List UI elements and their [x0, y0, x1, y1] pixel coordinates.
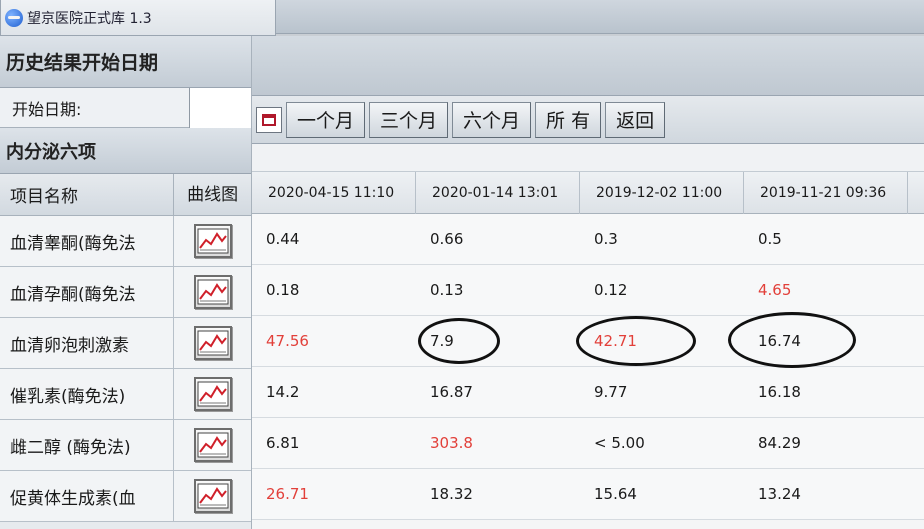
- curve-cell: [173, 317, 251, 369]
- result-value[interactable]: 0.18: [252, 265, 416, 316]
- line-chart-icon[interactable]: [193, 224, 232, 258]
- blank-row: [252, 144, 924, 172]
- list-item[interactable]: 雌二醇 (酶免法): [0, 419, 251, 471]
- result-value[interactable]: < 5.00: [580, 418, 744, 469]
- item-name: 催乳素(酶免法): [10, 386, 126, 407]
- line-chart-icon[interactable]: [193, 377, 232, 411]
- title-bar: 望京医院正式库 1.3: [0, 0, 924, 36]
- result-value[interactable]: 0.3: [580, 214, 744, 265]
- start-date-row: 开始日期:: [0, 87, 251, 128]
- result-value[interactable]: 0.5: [744, 214, 908, 265]
- curve-cell: [173, 419, 251, 471]
- table-row: 47.56 7.9 42.71 16.74: [252, 311, 924, 368]
- date-header-row: 2020-04-15 11:10 2020-01-14 13:01 2019-1…: [252, 171, 924, 214]
- curve-cell: [173, 368, 251, 420]
- table-row: 6.81 303.8 < 5.00 84.29: [252, 418, 924, 469]
- result-value[interactable]: 14.2: [252, 367, 416, 418]
- result-value[interactable]: 15.64: [580, 469, 744, 520]
- table-row: 26.71 18.32 15.64 13.24: [252, 469, 924, 520]
- result-value[interactable]: 6.81: [252, 418, 416, 469]
- result-value[interactable]: 13.24: [744, 469, 908, 520]
- result-value[interactable]: 0.13: [416, 265, 580, 316]
- calendar-icon[interactable]: [256, 106, 282, 133]
- date-header[interactable]: 2019-11-21 09:36: [744, 171, 908, 214]
- list-item[interactable]: 血清卵泡刺激素: [0, 317, 251, 369]
- col-item-name: 项目名称: [10, 187, 78, 207]
- table-row: 0.44 0.66 0.3 0.5: [252, 214, 924, 265]
- start-date-label: 开始日期:: [12, 99, 82, 119]
- col-curve: 曲线图: [173, 173, 251, 216]
- list-item[interactable]: 血清孕酮(酶免法: [0, 266, 251, 318]
- left-panel: 历史结果开始日期 开始日期: 内分泌六项 项目名称 曲线图 血清睾酮(酶免法 血清…: [0, 36, 252, 529]
- result-value[interactable]: 0.66: [416, 214, 580, 265]
- result-value[interactable]: 9.77: [580, 367, 744, 418]
- item-grid-header: 项目名称 曲线图: [0, 173, 251, 216]
- back-button[interactable]: 返回: [605, 101, 666, 138]
- hand-drawn-circle: [576, 315, 696, 366]
- item-name: 血清孕酮(酶免法: [10, 284, 136, 305]
- list-item[interactable]: 促黄体生成素(血: [0, 470, 251, 522]
- item-name: 血清卵泡刺激素: [10, 335, 129, 356]
- result-value[interactable]: 4.65: [744, 265, 908, 316]
- date-header[interactable]: 2019-12-02 11:00: [580, 171, 744, 214]
- table-row: 14.2 16.87 9.77 16.18: [252, 367, 924, 418]
- results-table: 0.44 0.66 0.3 0.5 0.18 0.13 0.12 4.65 47.56 7.9 42…: [252, 214, 924, 520]
- app-tab[interactable]: 望京医院正式库 1.3: [0, 0, 276, 36]
- result-value[interactable]: 47.56: [252, 316, 416, 367]
- line-chart-icon[interactable]: [193, 428, 232, 462]
- result-value[interactable]: 16.18: [744, 367, 908, 418]
- hand-drawn-circle: [418, 317, 500, 364]
- all-button[interactable]: 所 有: [535, 101, 602, 138]
- six-months-button[interactable]: 六个月: [452, 101, 532, 138]
- item-list: 血清睾酮(酶免法 血清孕酮(酶免法 血清卵泡刺激素 催乳素(酶免法) 雌二醇 (酶免法)…: [0, 215, 251, 522]
- hand-drawn-circle: [728, 311, 856, 368]
- curve-cell: [173, 266, 251, 318]
- line-chart-icon[interactable]: [193, 326, 232, 360]
- app-title: 望京医院正式库 1.3: [27, 10, 152, 27]
- item-name: 血清睾酮(酶免法: [10, 233, 136, 254]
- history-section-header: 历史结果开始日期: [0, 36, 251, 88]
- curve-cell: [173, 470, 251, 522]
- three-months-button[interactable]: 三个月: [369, 101, 449, 138]
- panel-section-header: 内分泌六项: [0, 128, 251, 174]
- result-value[interactable]: 26.71: [252, 469, 416, 520]
- date-header[interactable]: 2020-01-14 13:01: [416, 171, 580, 214]
- result-value[interactable]: 84.29: [744, 418, 908, 469]
- result-value[interactable]: 7.9: [416, 316, 580, 367]
- result-value[interactable]: 303.8: [416, 418, 580, 469]
- result-value[interactable]: 0.44: [252, 214, 416, 265]
- start-date-input[interactable]: [189, 87, 251, 128]
- app-icon: [5, 8, 23, 27]
- curve-cell: [173, 215, 251, 267]
- result-value[interactable]: 16.87: [416, 367, 580, 418]
- result-value[interactable]: 0.12: [580, 265, 744, 316]
- list-item[interactable]: 催乳素(酶免法): [0, 368, 251, 420]
- one-month-button[interactable]: 一个月: [286, 101, 366, 138]
- result-value[interactable]: 42.71: [576, 315, 744, 367]
- item-name: 雌二醇 (酶免法): [10, 437, 131, 458]
- result-value[interactable]: 18.32: [416, 469, 580, 520]
- line-chart-icon[interactable]: [193, 479, 232, 513]
- range-toolbar: 一个月 三个月 六个月 所 有 返回: [252, 96, 924, 144]
- item-name: 促黄体生成素(血: [10, 488, 136, 509]
- line-chart-icon[interactable]: [193, 275, 232, 309]
- right-panel: 一个月 三个月 六个月 所 有 返回 2020-04-15 11:10 2020…: [252, 36, 924, 529]
- table-row: 0.18 0.13 0.12 4.65: [252, 265, 924, 316]
- list-item[interactable]: 血清睾酮(酶免法: [0, 215, 251, 267]
- date-header[interactable]: 2020-04-15 11:10: [252, 171, 416, 214]
- result-value[interactable]: 16.74: [728, 311, 908, 368]
- right-header-band: [252, 36, 924, 96]
